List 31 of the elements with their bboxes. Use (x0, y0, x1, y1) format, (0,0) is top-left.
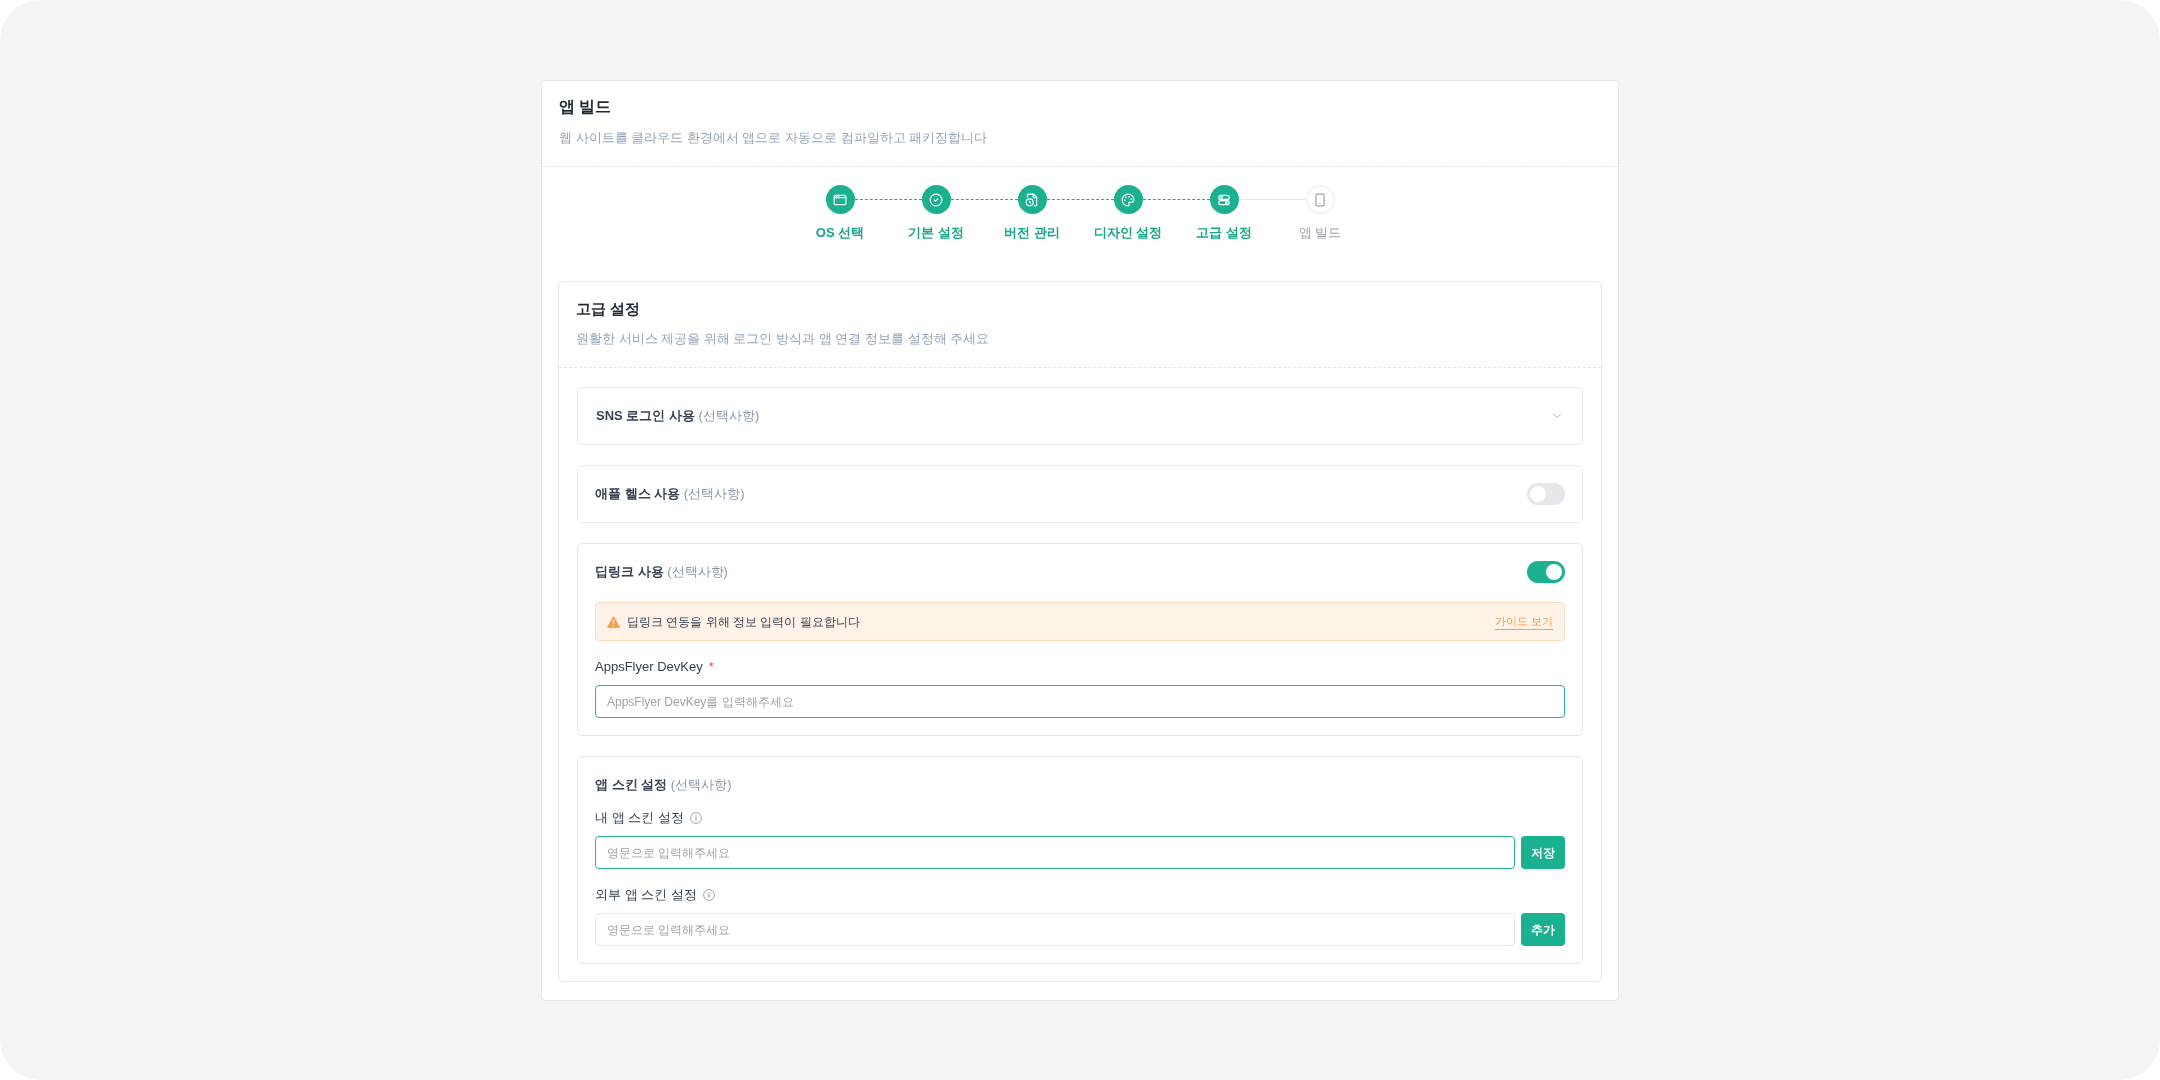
step-label: 고급 설정 (1196, 224, 1252, 242)
save-button[interactable]: 저장 (1521, 836, 1565, 869)
step-connector (1142, 199, 1210, 200)
accordion-header[interactable]: SNS 로그인 사용 (선택사항) (577, 387, 1583, 445)
alert-text: 딥링크 연동을 위해 정보 입력이 필요합니다 (627, 613, 860, 631)
warning-icon (607, 615, 620, 628)
guide-link[interactable]: 가이드 보기 (1494, 613, 1553, 630)
step-connector (854, 199, 922, 200)
section-subtitle: 원활한 서비스 제공을 위해 로그인 방식과 앱 연결 정보를 설정해 주세요 (576, 330, 991, 348)
step-label: 디자인 설정 (1093, 224, 1163, 242)
step-connector (1046, 199, 1114, 200)
input-field[interactable]: 영문으로 입력해주세요 (595, 836, 1515, 869)
option-label: 딥링크 사용 (선택사항) (595, 563, 728, 581)
page-title: 앱 빌드 (559, 97, 613, 117)
toggle-switch[interactable] (1527, 561, 1565, 583)
add-button[interactable]: 추가 (1521, 913, 1565, 946)
field-label: 외부 앱 스킨 설정 (595, 886, 697, 904)
required-mark: * (708, 658, 714, 676)
step-label: 앱 빌드 (1298, 224, 1342, 242)
field-label: 내 앱 스킨 설정 (595, 809, 684, 827)
step-label: 버전 관리 (1004, 224, 1060, 242)
section-title: 고급 설정 (576, 299, 642, 319)
step-connector (950, 199, 1018, 200)
page-subtitle: 웹 사이트를 클라우드 환경에서 앱으로 자동으로 컴파일하고 패키징합니다 (559, 129, 989, 147)
option-label: 애플 헬스 사용 (선택사항) (595, 485, 745, 503)
field-label: AppsFlyer DevKey (595, 658, 703, 676)
option-label: 앱 스킨 설정 (선택사항) (595, 776, 732, 794)
step-label: 기본 설정 (908, 224, 964, 242)
input-field[interactable]: AppsFlyer DevKey를 입력해주세요 (595, 685, 1565, 718)
toggle-switch[interactable] (1527, 483, 1565, 505)
step-label: OS 선택 (815, 224, 865, 242)
